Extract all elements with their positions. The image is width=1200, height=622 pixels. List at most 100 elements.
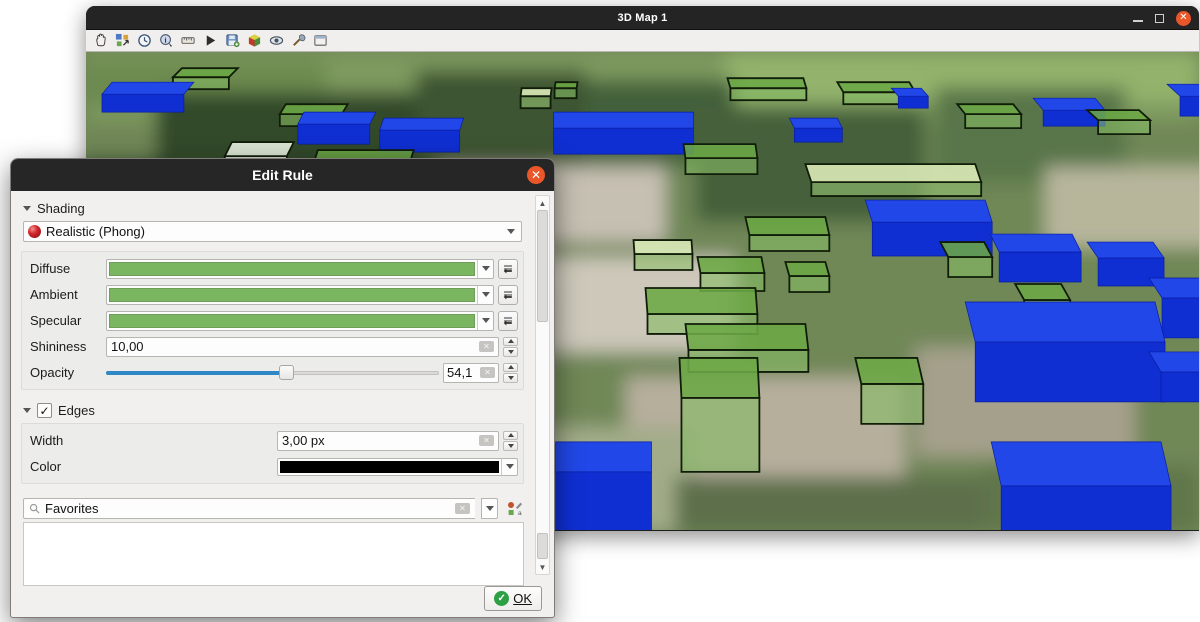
shininess-stepper [503, 337, 518, 357]
dialog-close-icon[interactable]: ✕ [527, 166, 545, 184]
step-up-button[interactable] [503, 431, 518, 441]
scrollbar-thumb-lower[interactable] [537, 533, 548, 559]
building-front [556, 472, 652, 530]
building-roof [554, 112, 694, 128]
building-front [681, 398, 759, 472]
scroll-up-icon[interactable]: ▲ [536, 197, 549, 209]
clear-value-icon[interactable]: ✕ [479, 341, 494, 352]
ambient-data-defined-override-button[interactable] [498, 285, 518, 305]
step-down-button[interactable] [503, 347, 518, 357]
building-front [635, 254, 693, 270]
measure-line-icon[interactable] [181, 33, 196, 48]
dialog-titlebar[interactable]: Edit Rule ✕ [11, 159, 554, 191]
building-front [811, 182, 981, 196]
building-front [1001, 486, 1171, 530]
map-window-titlebar[interactable]: 3D Map 1 ✕ [86, 6, 1199, 30]
building-roof [521, 88, 552, 96]
building-roof [556, 442, 652, 472]
zoom-extent-icon[interactable] [115, 33, 130, 48]
ok-button[interactable]: ✓ OK [484, 586, 542, 611]
effects-eye-icon[interactable] [269, 33, 284, 48]
diffuse-label: Diffuse [30, 261, 102, 276]
diffuse-color-button[interactable] [106, 259, 494, 279]
shading-type-combobox[interactable]: Realistic (Phong) [23, 221, 522, 242]
building-front [298, 124, 370, 144]
step-down-button[interactable] [503, 373, 518, 383]
edge-color-button[interactable] [277, 458, 518, 476]
building-front [948, 257, 992, 277]
save-image-icon[interactable] [225, 33, 240, 48]
edge-color-label: Color [30, 459, 273, 474]
building-roof [991, 442, 1171, 486]
maximize-icon[interactable] [1155, 14, 1164, 23]
opacity-value: 54,1 [447, 365, 477, 380]
building-roof [380, 118, 464, 130]
chevron-down-icon [482, 292, 490, 297]
step-up-button[interactable] [503, 337, 518, 347]
step-down-button[interactable] [503, 441, 518, 451]
building-front [1098, 120, 1150, 134]
shininess-spinbox[interactable]: 10,00 ✕ [106, 337, 499, 357]
building-roof [940, 242, 992, 257]
ambient-color-button[interactable] [106, 285, 494, 305]
building-roof [1033, 98, 1105, 110]
ok-check-icon: ✓ [494, 591, 509, 606]
dock-window-icon[interactable] [313, 33, 328, 48]
edges-section-header[interactable]: ✓ Edges [23, 403, 524, 418]
specular-data-defined-override-button[interactable] [498, 311, 518, 331]
building-front [965, 114, 1021, 128]
favorites-search-input[interactable]: Favorites ✕ [23, 498, 475, 519]
minimize-icon[interactable] [1133, 20, 1143, 22]
diffuse-data-defined-override-button[interactable] [498, 259, 518, 279]
style-manager-button[interactable]: a [504, 499, 524, 519]
building-roof [957, 104, 1021, 114]
edges-checkbox[interactable]: ✓ [37, 403, 52, 418]
building-roof [855, 358, 923, 384]
shading-groupbox: Diffuse Ambient Sp [21, 251, 524, 390]
shading-section-header[interactable]: Shading [23, 201, 524, 216]
building-roof [173, 68, 238, 77]
building-front [685, 158, 757, 174]
step-up-button[interactable] [503, 363, 518, 373]
specular-color-button[interactable] [106, 311, 494, 331]
building-front [898, 96, 928, 108]
dialog-footer: ✓ OK [11, 579, 554, 617]
shading-header-label: Shading [37, 201, 85, 216]
shininess-value: 10,00 [111, 339, 475, 354]
clear-search-icon[interactable]: ✕ [455, 503, 470, 514]
clear-value-icon[interactable]: ✕ [480, 367, 495, 378]
scrollbar-thumb[interactable] [537, 210, 548, 322]
building-roof [805, 164, 981, 182]
window-close-icon[interactable]: ✕ [1176, 11, 1191, 26]
dialog-scrollbar[interactable]: ▲ ▼ [535, 195, 550, 575]
favorites-filter-dropdown[interactable] [481, 498, 498, 519]
identify-icon[interactable]: i [159, 33, 174, 48]
play-animation-icon[interactable] [203, 33, 218, 48]
edge-width-spinbox[interactable]: 3,00 px ✕ [277, 431, 499, 451]
building-front [1180, 96, 1199, 116]
building-roof [789, 118, 842, 128]
opacity-spinbox[interactable]: 54,1 ✕ [443, 363, 499, 383]
animations-clock-icon[interactable] [137, 33, 152, 48]
opacity-slider-handle[interactable] [279, 365, 294, 380]
configure-wrench-icon[interactable] [291, 33, 306, 48]
opacity-label: Opacity [30, 365, 102, 380]
chevron-down-icon [482, 318, 490, 323]
building-front [1161, 372, 1199, 402]
camera-pan-icon[interactable] [93, 33, 108, 48]
opacity-slider[interactable] [106, 363, 439, 383]
favorites-list[interactable] [23, 522, 524, 586]
edge-width-value: 3,00 px [282, 433, 475, 448]
favorites-row: Favorites ✕ a [23, 498, 524, 519]
scroll-down-icon[interactable]: ▼ [536, 561, 549, 573]
ambient-label: Ambient [30, 287, 102, 302]
collapse-caret-icon [23, 408, 31, 413]
edit-rule-dialog: Edit Rule ✕ Shading Realistic (Phong) Di… [10, 158, 555, 618]
building-roof [679, 358, 759, 398]
export-3d-scene-icon[interactable] [247, 33, 262, 48]
clear-value-icon[interactable]: ✕ [479, 435, 494, 446]
chevron-down-icon [507, 229, 515, 234]
phong-sphere-icon [28, 225, 41, 238]
building-roof [225, 142, 294, 156]
ambient-color-swatch [109, 288, 475, 302]
